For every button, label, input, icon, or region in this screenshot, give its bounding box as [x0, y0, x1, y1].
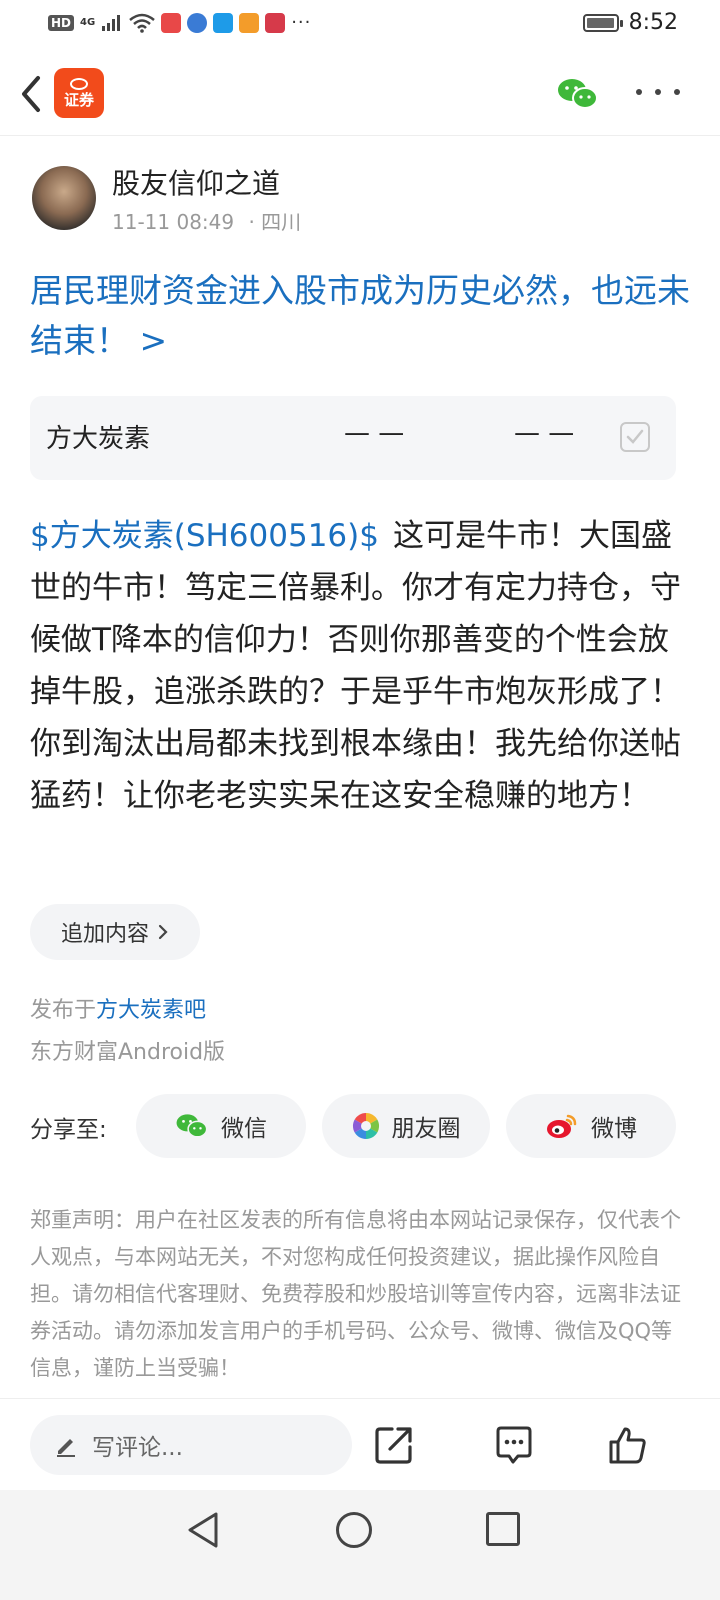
share-weibo-button[interactable]: 微博 — [506, 1094, 676, 1158]
post-body-text: 这可是牛市！大国盛世的牛市！笃定三倍暴利。你才有定力持仓，守候做T降本的信仰力！… — [30, 518, 681, 814]
share-wechat-label: 微信 — [221, 1116, 267, 1142]
more-notifications: ··· — [291, 12, 312, 33]
stock-card[interactable]: 方大炭素 — — — — — [30, 396, 676, 480]
network-indicator: 4G — [80, 17, 96, 28]
stock-tag-link[interactable]: $方大炭素(SH600516)$ — [30, 518, 379, 554]
forum-link[interactable]: 方大炭素吧 — [96, 998, 206, 1023]
bottom-action-bar: 写评论... — [0, 1398, 720, 1490]
share-moments-label: 朋友圈 — [391, 1116, 461, 1142]
share-weibo-label: 微博 — [591, 1116, 637, 1142]
hd-badge: HD — [48, 14, 75, 31]
comment-icon[interactable] — [494, 1425, 534, 1465]
top-bar: 证券 — [0, 56, 720, 136]
stock-change: — — — [514, 418, 575, 448]
add-content-label: 追加内容 — [60, 922, 149, 947]
app-logo: 证券 — [54, 68, 104, 118]
wifi-icon — [129, 13, 155, 33]
avatar[interactable] — [32, 166, 96, 230]
post-body: $方大炭素(SH600516)$ 这可是牛市！大国盛世的牛市！笃定三倍暴利。你才有… — [30, 510, 690, 822]
moments-icon — [352, 1112, 379, 1140]
notification-app-icon — [187, 12, 208, 33]
notification-book-icon — [265, 12, 286, 33]
pencil-icon — [57, 1439, 75, 1457]
share-label: 分享至: — [30, 1117, 107, 1143]
chevron-left-icon[interactable] — [16, 74, 48, 114]
notification-app-icon — [161, 12, 182, 33]
notification-play-icon — [239, 12, 260, 33]
status-bar-right: 8:52 — [582, 10, 678, 35]
wechat-icon — [176, 1114, 208, 1138]
status-bar-left: HD 4G ··· — [48, 12, 311, 33]
nav-back-icon[interactable] — [184, 1510, 224, 1550]
share-icon[interactable] — [374, 1425, 414, 1465]
chevron-right-icon — [158, 924, 168, 940]
dot — [655, 89, 661, 95]
nav-home-icon[interactable] — [336, 1512, 372, 1548]
add-watchlist-checkbox[interactable] — [620, 422, 650, 452]
thumbs-up-icon[interactable] — [608, 1425, 648, 1465]
signal-icon — [102, 14, 121, 31]
status-bar: HD 4G ··· 8:52 — [0, 0, 720, 50]
notification-search-icon — [213, 12, 234, 33]
wechat-icon[interactable] — [556, 76, 600, 112]
battery-level — [586, 17, 614, 28]
post-meta: 11-11 08:49 · 四川 — [112, 206, 301, 235]
post-title-link[interactable]: 居民理财资金进入股市成为历史必然，也远未结束！ > — [30, 266, 690, 366]
dot — [636, 89, 642, 95]
stock-price: — — — [344, 418, 405, 448]
clock: 8:52 — [628, 10, 678, 35]
client-info: 东方财富Android版 — [30, 1040, 226, 1065]
system-navigation-bar — [0, 1490, 720, 1600]
publish-prefix: 发布于 — [30, 998, 97, 1023]
add-content-button[interactable]: 追加内容 — [30, 904, 200, 960]
post-location: · 四川 — [248, 210, 302, 234]
comment-input[interactable]: 写评论... — [30, 1415, 352, 1475]
weibo-icon — [547, 1114, 577, 1138]
comment-placeholder: 写评论... — [92, 1435, 183, 1461]
stock-name: 方大炭素 — [46, 424, 151, 454]
check-icon — [626, 429, 644, 444]
disclaimer: 郑重声明：用户在社区发表的所有信息将由本网站记录保存，仅代表个人观点，与本网站无… — [30, 1208, 681, 1380]
dot — [674, 89, 680, 95]
more-horizontal-icon[interactable] — [636, 82, 680, 102]
battery-icon — [582, 13, 623, 32]
post-time: 11-11 08:49 — [112, 210, 235, 234]
logo-mark — [70, 78, 88, 90]
app-logo-text: 证券 — [63, 91, 94, 109]
publish-info: 发布于方大炭素吧 — [30, 992, 206, 1024]
author-name[interactable]: 股友信仰之道 — [112, 162, 280, 202]
share-wechat-button[interactable]: 微信 — [136, 1094, 306, 1158]
share-moments-button[interactable]: 朋友圈 — [322, 1094, 490, 1158]
nav-recent-apps-icon[interactable] — [486, 1512, 520, 1546]
